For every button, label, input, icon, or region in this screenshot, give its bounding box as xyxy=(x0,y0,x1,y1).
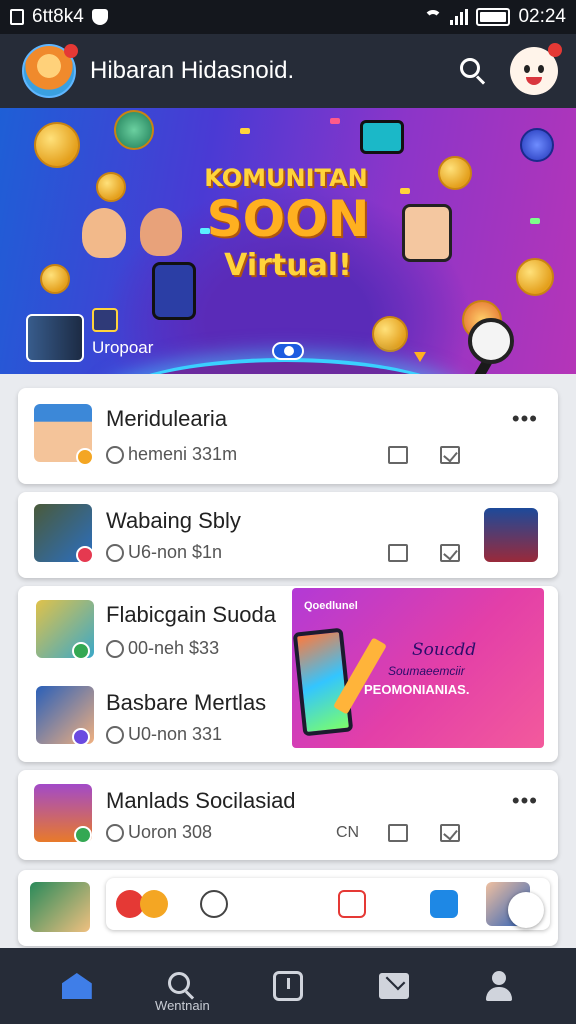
post-meta: hemeni 331m xyxy=(106,444,237,465)
share-icon[interactable] xyxy=(388,824,408,842)
post-meta-text: U6-non $1n xyxy=(128,542,223,562)
notification-dot xyxy=(548,43,562,57)
signal-icon xyxy=(450,9,469,25)
share-icon[interactable] xyxy=(388,446,408,464)
clock-icon xyxy=(272,971,303,1001)
post-title: Basbare Mertlas xyxy=(106,690,267,715)
nav-messages[interactable] xyxy=(354,948,434,1024)
feed-card[interactable]: Manlads Socilasiad Uoron 308 ••• CN xyxy=(18,770,558,860)
coin-icon xyxy=(372,316,408,352)
share-icon[interactable] xyxy=(388,544,408,562)
search-icon xyxy=(168,972,196,1000)
nav-activity[interactable] xyxy=(248,948,328,1024)
emoji-face-icon[interactable] xyxy=(510,43,562,95)
shield-icon xyxy=(91,9,108,25)
post-title: Wabaing Sbly xyxy=(106,508,241,533)
banner-thumbnail[interactable] xyxy=(26,314,84,362)
image-icon xyxy=(92,308,118,332)
promo-line-1: Soucdd xyxy=(412,640,477,660)
banner-line-2: SOON xyxy=(206,190,370,248)
badge-icon xyxy=(76,448,94,466)
nav-label: Wentnain xyxy=(155,998,210,1013)
skype-icon[interactable] xyxy=(430,890,458,918)
reaction-bar xyxy=(106,878,550,930)
nav-profile[interactable] xyxy=(459,948,539,1024)
search-icon[interactable] xyxy=(458,56,488,86)
status-time: 02:24 xyxy=(518,6,566,27)
avatar-bubble-icon xyxy=(114,110,154,150)
cursor-icon xyxy=(414,352,426,362)
badge-icon xyxy=(72,728,90,746)
post-meta-text: Uoron 308 xyxy=(128,822,213,842)
badge-icon xyxy=(72,642,90,660)
post-title: Manlads Socilasiad xyxy=(106,788,296,813)
microphone-icon xyxy=(468,318,514,364)
group-thumbnail[interactable] xyxy=(30,882,90,932)
badge-icon xyxy=(74,826,92,844)
post-meta-text: 00-neh $33 xyxy=(128,638,220,658)
profile-avatar-button[interactable] xyxy=(22,44,78,98)
app-header: Hibaran Hidasnoid. xyxy=(0,34,576,108)
more-options-icon[interactable]: ••• xyxy=(512,788,538,814)
post-meta-text: hemeni 331m xyxy=(128,444,238,464)
timer-icon[interactable] xyxy=(200,890,228,918)
post-meta: 00-neh $33 xyxy=(106,638,219,659)
notification-dot xyxy=(64,44,78,58)
music-note-icon xyxy=(520,128,554,162)
gift-icon[interactable] xyxy=(338,890,366,918)
post-title: Flabicgain Suoda xyxy=(106,602,277,627)
status-bar: 6tt8k4 02:24 xyxy=(0,0,576,34)
hero-banner[interactable]: KOMUNITAN SOON Virtual! Uropoar xyxy=(0,108,576,374)
wifi-icon xyxy=(424,10,443,24)
feed-card-group[interactable]: Flabicgain Suoda 00-neh $33 Basbare Mert… xyxy=(18,586,558,762)
banner-line-1: KOMUNITAN xyxy=(204,164,368,192)
clock-icon xyxy=(106,639,124,658)
post-meta: U0-non 331 xyxy=(106,724,222,745)
banner-caption: Uropoar xyxy=(92,338,154,357)
checkbox-icon[interactable] xyxy=(440,544,460,562)
compose-icon[interactable] xyxy=(508,892,544,928)
coin-icon xyxy=(34,122,80,168)
tv-icon xyxy=(360,120,404,154)
clock-icon xyxy=(106,725,124,744)
promo-line-2: Soumaeemciir xyxy=(388,664,465,678)
feed-list: Meridulearia hemeni 331m ••• Wabaing Sbl… xyxy=(0,374,576,948)
promo-line-3: PEOMONIANIAS. xyxy=(364,682,470,697)
author-photo[interactable] xyxy=(484,508,538,562)
clock-icon xyxy=(106,543,124,562)
gallery-icon xyxy=(10,9,24,25)
mail-icon xyxy=(378,973,409,999)
app-title: Hibaran Hidasnoid. xyxy=(90,57,295,84)
more-options-icon[interactable]: ••• xyxy=(512,406,538,432)
status-left-text: 6tt8k4 xyxy=(32,6,84,27)
profile-icon xyxy=(484,971,514,1001)
battery-icon xyxy=(476,8,511,26)
post-meta: U6-non $1n xyxy=(106,542,222,563)
social-shortcuts xyxy=(18,870,558,946)
feed-card[interactable]: Wabaing Sbly U6-non $1n xyxy=(18,492,558,578)
clock-icon xyxy=(106,445,124,464)
checkbox-icon[interactable] xyxy=(440,446,460,464)
post-title: Meridulearia xyxy=(106,406,228,431)
post-meta-text: U0-non 331 xyxy=(128,724,223,744)
post-meta: Uoron 308 xyxy=(106,822,212,843)
confetti xyxy=(330,118,340,124)
feed-card[interactable]: Meridulearia hemeni 331m ••• xyxy=(18,388,558,484)
home-icon xyxy=(61,973,92,999)
badge-icon xyxy=(76,546,94,564)
clock-icon xyxy=(106,823,124,842)
phone-icon xyxy=(292,627,354,737)
banner-line-3: Virtual! xyxy=(224,248,352,283)
chat-count[interactable]: CN xyxy=(336,824,359,842)
rss-icon[interactable] xyxy=(140,890,168,918)
nav-home[interactable] xyxy=(37,948,117,1024)
carousel-pager[interactable] xyxy=(272,342,304,360)
bottom-navigation: Wentnain xyxy=(0,948,576,1024)
checkbox-icon[interactable] xyxy=(440,824,460,842)
promo-tag: Qoedlunel xyxy=(304,600,358,612)
nav-search[interactable]: Wentnain xyxy=(142,948,222,1024)
confetti xyxy=(240,128,250,134)
promo-banner[interactable]: Qoedlunel Soucdd Soumaeemciir PEOMONIANI… xyxy=(292,588,544,748)
